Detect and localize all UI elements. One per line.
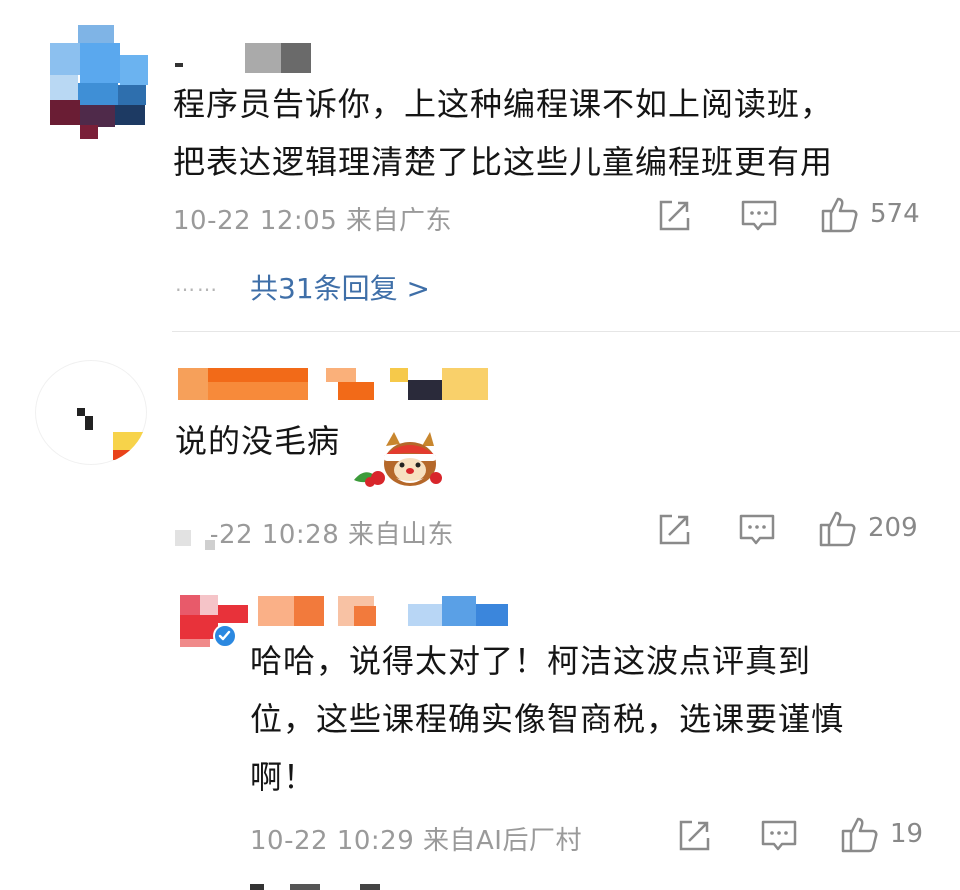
comment-icon bbox=[739, 514, 775, 545]
comment-text: 说的没毛病 bbox=[175, 412, 340, 470]
thumbs-up-icon bbox=[841, 817, 878, 853]
comment-button[interactable] bbox=[740, 198, 778, 234]
santa-reindeer-emoji bbox=[348, 430, 444, 488]
replies-dots: …… bbox=[175, 272, 219, 296]
username-redacted[interactable] bbox=[258, 596, 508, 626]
like-count: 574 bbox=[870, 199, 920, 229]
comment-button[interactable] bbox=[760, 818, 798, 854]
comment-text: 哈哈，说得太对了！柯洁这波点评真到 位，这些课程确实像智商税，选课要谨慎 啊！ bbox=[250, 632, 844, 806]
view-replies-link[interactable]: 共31条回复 > bbox=[250, 267, 430, 307]
share-button[interactable] bbox=[676, 818, 712, 854]
comment-meta: 10-22 10:28 来自山东 bbox=[175, 520, 455, 550]
comment-button[interactable] bbox=[738, 512, 776, 548]
like-count: 19 bbox=[890, 819, 924, 849]
like-count: 209 bbox=[868, 513, 918, 543]
thumbs-up-icon bbox=[821, 197, 858, 233]
like-button[interactable]: 574 bbox=[820, 194, 920, 234]
comment-line: 程序员告诉你，上这种编程课不如上阅读班， bbox=[173, 85, 834, 123]
comment-icon bbox=[761, 820, 797, 851]
comment-meta: 10-22 10:29 来自AI后厂村 bbox=[250, 826, 582, 856]
comment-text: 程序员告诉你，上这种编程课不如上阅读班， 把表达逻辑理清楚了比这些儿童编程班更有… bbox=[173, 75, 833, 191]
next-comment-partial bbox=[250, 882, 410, 890]
thumbs-up-icon bbox=[819, 511, 856, 547]
share-icon bbox=[679, 820, 710, 851]
comment-line: 哈哈，说得太对了！柯洁这波点评真到 bbox=[250, 642, 812, 680]
like-button[interactable]: 209 bbox=[818, 508, 918, 548]
verified-badge-icon bbox=[213, 624, 237, 648]
divider bbox=[172, 331, 960, 332]
comment-line: 说的没毛病 bbox=[175, 422, 341, 460]
username-redacted[interactable] bbox=[178, 368, 488, 400]
share-button[interactable] bbox=[656, 512, 692, 548]
comment-line: 把表达逻辑理清楚了比这些儿童编程班更有用 bbox=[173, 143, 834, 181]
share-icon bbox=[659, 514, 690, 545]
avatar[interactable] bbox=[35, 360, 147, 465]
meta-redacted bbox=[175, 520, 215, 550]
username-redacted[interactable] bbox=[175, 43, 315, 73]
share-button[interactable] bbox=[656, 198, 692, 234]
share-icon bbox=[659, 200, 690, 231]
like-button[interactable]: 19 bbox=[840, 814, 923, 854]
avatar[interactable] bbox=[50, 25, 150, 140]
comment-meta: 10-22 12:05 来自广东 bbox=[173, 206, 453, 236]
comment-line: 位，这些课程确实像智商税，选课要谨慎 bbox=[250, 700, 845, 738]
comment-icon bbox=[741, 200, 777, 231]
comment-line: 啊！ bbox=[250, 758, 317, 796]
